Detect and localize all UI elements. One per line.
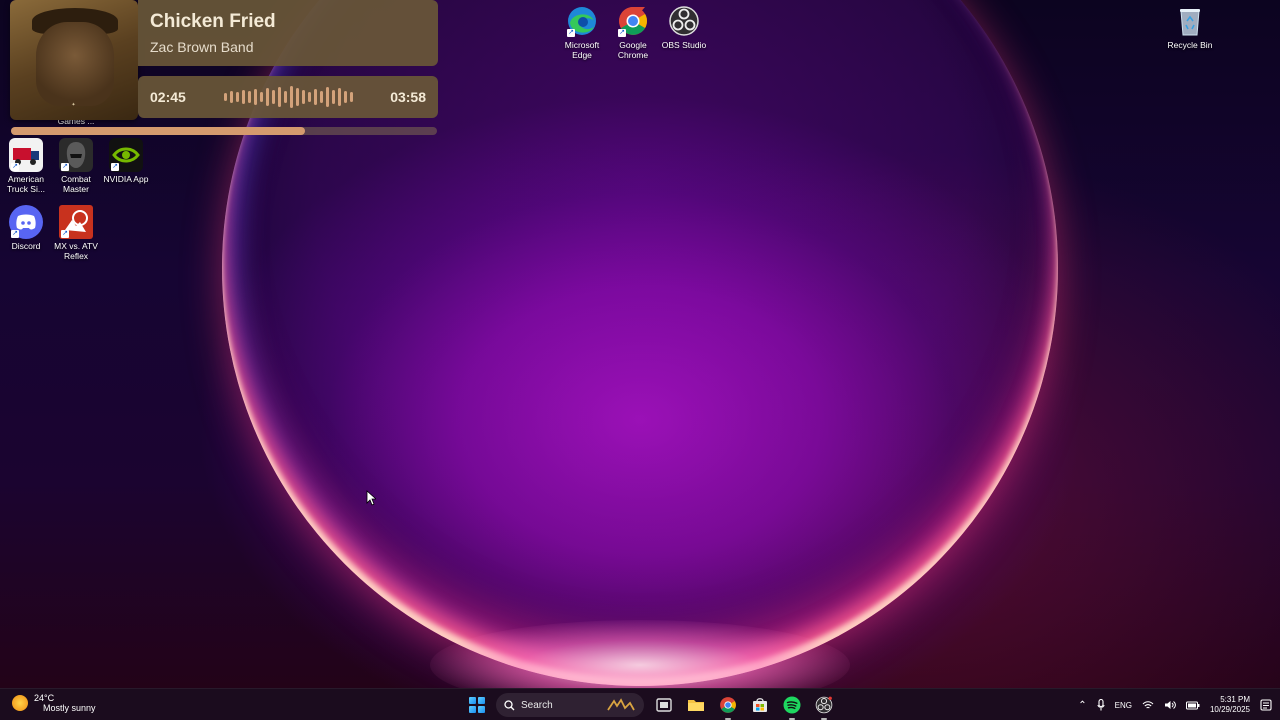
edge-icon: ↗ [565, 4, 599, 38]
waveform-bar [223, 93, 227, 101]
waveform-bar [313, 89, 317, 105]
waveform-bar [247, 91, 251, 103]
obs-icon [667, 4, 701, 38]
discord-icon: ↗ [9, 205, 43, 239]
chevron-up-icon[interactable]: ⌃ [1078, 700, 1086, 711]
waveform-bar [265, 88, 269, 106]
battery-icon[interactable] [1185, 701, 1200, 710]
waveform-bar [343, 91, 347, 103]
song-title: Chicken Fried [150, 11, 276, 32]
desktop-icon-edge[interactable]: ↗ Microsoft Edge [556, 4, 608, 60]
clock[interactable]: 5:31 PM 10/29/2025 [1210, 695, 1250, 715]
chrome-icon: ↗ [616, 4, 650, 38]
windows-start-icon[interactable] [466, 694, 488, 716]
weather-condition: Mostly sunny [43, 703, 96, 713]
waveform-bar [349, 92, 353, 102]
waveform-bar [235, 92, 239, 102]
playback-card: 02:45 03:58 [138, 76, 438, 118]
desktop-icon-label: Microsoft Edge [564, 40, 600, 60]
desktop-icon-mx-vs-atv[interactable]: ↗ MX vs. ATV Reflex [50, 205, 102, 261]
mx-vs-atv-icon: ↗ [59, 205, 93, 239]
desktop-icon-label: Discord [11, 241, 41, 251]
sun-icon [12, 695, 28, 711]
clock-time: 5:31 PM [1220, 695, 1250, 704]
clock-date: 10/29/2025 [1209, 705, 1250, 714]
obs-icon[interactable] [812, 693, 836, 720]
waveform-bar [277, 87, 281, 107]
weather-widget[interactable]: 24°C Mostly sunny [12, 693, 96, 713]
desktop-icon-label: MX vs. ATV Reflex [54, 241, 98, 261]
waveform-bar [271, 90, 275, 104]
desktop-icon-label: Recycle Bin [1167, 40, 1213, 50]
waveform-bar [319, 91, 323, 103]
waveform-bar [259, 92, 263, 102]
desktop-icon-combat-master[interactable]: ↗ Combat Master [50, 138, 102, 194]
spotify-icon[interactable] [780, 693, 804, 720]
waveform-bar [241, 90, 245, 104]
desktop-icon-recycle-bin[interactable]: Recycle Bin [1164, 4, 1216, 50]
desktop-icon-label: NVIDIA App [103, 174, 149, 184]
album-art: ✦ [10, 0, 138, 120]
microsoft-store-icon[interactable] [748, 693, 772, 717]
waveform-bar [289, 86, 293, 108]
desktop-icon-chrome[interactable]: ↗ Google Chrome [607, 4, 659, 60]
waveform-bar [325, 87, 329, 107]
desktop-icon-discord[interactable]: ↗ Discord [0, 205, 52, 251]
waveform-bar [301, 90, 305, 104]
desktop-icon-label: Google Chrome [617, 40, 649, 60]
american-truck-simulator-icon: ↗ [9, 138, 43, 172]
waveform-bar [307, 92, 311, 102]
file-explorer-icon[interactable] [684, 693, 708, 717]
waveform-bar [331, 90, 335, 104]
wifi-icon[interactable] [1142, 700, 1154, 710]
volume-icon[interactable] [1164, 700, 1176, 710]
album-art-caption: ✦ [71, 102, 77, 108]
waveform-bar [337, 88, 341, 106]
nvidia-icon: ↗ [109, 138, 143, 172]
playback-progress-fill [11, 127, 305, 135]
desktop-icon-label: OBS Studio [661, 40, 707, 50]
album-art-face [36, 22, 114, 106]
system-tray: ⌃ ENG 5:31 PM 10/29/2025 [1078, 689, 1272, 720]
desktop-icon-label: American Truck Si... [7, 174, 45, 194]
waveform-bar [283, 91, 287, 103]
combat-master-icon: ↗ [59, 138, 93, 172]
notification-icon[interactable] [1260, 699, 1272, 711]
task-view-icon[interactable] [652, 693, 676, 717]
recycle-bin-icon [1173, 4, 1207, 38]
search-label: Search [521, 699, 553, 711]
mouse-cursor-icon [366, 490, 376, 506]
microphone-icon[interactable] [1097, 699, 1105, 711]
desktop-icon-nvidia[interactable]: ↗ NVIDIA App [100, 138, 152, 184]
song-artist: Zac Brown Band [150, 39, 254, 55]
waveform-bar [295, 88, 299, 106]
desktop-icon-obs[interactable]: OBS Studio [658, 4, 710, 50]
music-widget[interactable]: ✦ Chicken Fried Zac Brown Band 02:45 03:… [8, 0, 440, 140]
taskbar-apps: Search [466, 693, 836, 720]
waveform-bar [253, 89, 257, 105]
song-info-card: Chicken Fried Zac Brown Band [138, 0, 438, 66]
search-icon [504, 699, 515, 710]
waveform-bar [229, 91, 233, 103]
total-duration: 03:58 [390, 89, 426, 105]
desktop-icon-american-truck-simulator[interactable]: ↗ American Truck Si... [0, 138, 52, 194]
search-highlight-icon [607, 698, 635, 711]
playback-progress-bar[interactable] [11, 127, 437, 135]
taskbar-search[interactable]: Search [496, 693, 644, 717]
taskbar: 24°C Mostly sunny Search ⌃ ENG 5:31 PM 1… [0, 688, 1280, 720]
weather-temp: 24°C [34, 693, 55, 703]
elapsed-time: 02:45 [150, 89, 186, 105]
waveform-visualizer [223, 85, 353, 109]
chrome-icon[interactable] [716, 693, 740, 720]
desktop-icon-label: Combat Master [61, 174, 91, 194]
language-indicator[interactable]: ENG [1115, 701, 1132, 710]
